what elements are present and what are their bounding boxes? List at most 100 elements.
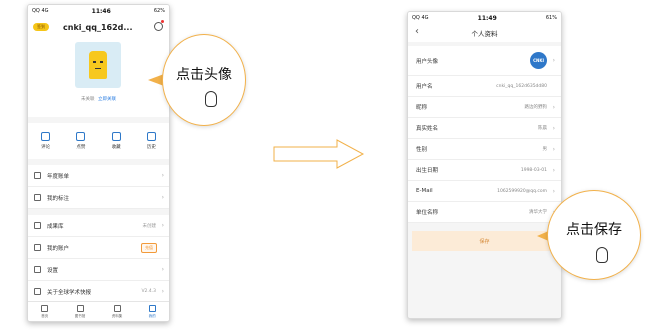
field-value: 1998-03-01 [520, 167, 547, 173]
associate-link[interactable]: 立即关联 [98, 97, 116, 102]
tab-home[interactable]: 首页 [41, 304, 49, 319]
callout-text: 点击头像 [176, 67, 232, 83]
field-organization[interactable]: 单位名称 清华大学 › [408, 202, 561, 223]
field-value: 陈晨 [538, 126, 547, 131]
pointing-hand-icon [596, 247, 608, 263]
avatar-mouth [95, 67, 101, 69]
comment-label: 评论 [41, 145, 51, 150]
username: cnki_qq_162d... [63, 22, 133, 32]
home-icon [41, 304, 49, 312]
field-real-name[interactable]: 真实姓名 陈晨 › [408, 118, 561, 139]
menu-item-about[interactable]: 关于全球学术快报 V2.4.3 › [28, 281, 169, 303]
carrier-label: QQ 4G [32, 8, 49, 14]
like-label: 点赞 [76, 145, 86, 150]
info-icon [34, 288, 41, 295]
pointing-hand-icon [205, 91, 217, 107]
menu-group-1: 年度账单 › 我的标注 › [28, 165, 169, 209]
message-icon[interactable] [154, 22, 163, 31]
field-gender[interactable]: 性别 男 › [408, 139, 561, 160]
flag-icon [34, 172, 41, 179]
menu-item-annual-bill[interactable]: 年度账单 › [28, 165, 169, 187]
association-text: 未关联 [81, 97, 95, 102]
chevron-right-icon: › [552, 145, 555, 153]
collection-icon [113, 304, 121, 312]
avatar-eye [100, 61, 103, 63]
notification-dot [161, 20, 164, 23]
callout-click-save: 点击保存 [547, 190, 641, 280]
profile-header: 签到 cnki_qq_162d... [28, 17, 169, 37]
status-time: 11:46 [91, 7, 111, 15]
save-button[interactable]: 保存 [412, 231, 557, 251]
field-label: 真实姓名 [416, 126, 439, 132]
tab-label: 图书馆 [74, 313, 86, 318]
field-value: cnki_qq_162d635dd80 [496, 83, 547, 89]
chevron-right-icon: › [161, 266, 164, 273]
favorite-action[interactable]: 收藏 [111, 132, 121, 150]
recharge-button[interactable]: 充值 [141, 242, 157, 253]
field-label: 出生日期 [416, 168, 439, 174]
version-label: V2.4.3 [141, 289, 156, 294]
field-username: 用户名 cnki_qq_162d635dd80 [408, 76, 561, 97]
menu-item-label: 我的标注 [47, 195, 70, 202]
thumbs-up-icon [76, 132, 86, 141]
comment-icon [41, 132, 51, 141]
nav-bar: ‹ 个人资料 [408, 24, 561, 42]
field-nickname[interactable]: 昵称 路边的野狗 › [408, 97, 561, 118]
menu-item-label: 我的账户 [47, 245, 70, 252]
action-row: 评论 点赞 收藏 历史 [28, 123, 169, 159]
association-status: 未关联 立即关联 [28, 96, 169, 102]
tab-me[interactable]: 我的 [148, 304, 156, 319]
profile-form: 用户头像 CNKI › 用户名 cnki_qq_162d635dd80 昵称 路… [408, 46, 561, 223]
field-label: 用户名 [416, 84, 433, 90]
tab-collection[interactable]: 资料集 [112, 304, 122, 319]
battery-label: 62% [153, 8, 165, 14]
field-email[interactable]: E-Mail 1062599920@qq.com › [408, 181, 561, 202]
menu-item-settings[interactable]: 设置 › [28, 259, 169, 281]
checkin-button[interactable]: 签到 [33, 23, 49, 31]
account-icon [34, 244, 41, 251]
field-label: 单位名称 [416, 210, 439, 216]
status-bar: QQ 4G 11:49 61% [408, 12, 561, 24]
chevron-right-icon: › [161, 222, 164, 229]
field-value: 1062599920@qq.com [497, 188, 547, 194]
field-label: 性别 [416, 147, 428, 153]
settings-icon [34, 266, 41, 273]
personal-info-screen: QQ 4G 11:49 61% ‹ 个人资料 用户头像 CNKI › 用户名 c… [407, 11, 562, 319]
avatar[interactable] [75, 42, 121, 88]
chevron-right-icon: › [552, 166, 555, 174]
profile-screen: QQ 4G 11:46 62% 签到 cnki_qq_162d... 未关联 立… [27, 4, 170, 322]
callout-click-avatar: 点击头像 [162, 34, 246, 126]
like-action[interactable]: 点赞 [76, 132, 86, 150]
menu-item-label: 关于全球学术快报 [47, 289, 92, 296]
callout-text: 点击保存 [566, 222, 622, 238]
field-avatar[interactable]: 用户头像 CNKI › [408, 46, 561, 76]
back-chevron-icon[interactable]: ‹ [415, 26, 419, 37]
field-birthdate[interactable]: 出生日期 1998-03-01 › [408, 160, 561, 181]
chevron-right-icon: › [161, 194, 164, 201]
menu-group-2: 成果库 未创建 › 我的账户 充值 设置 › 关于全球学术快报 V2.4.3 › [28, 215, 169, 303]
tab-library[interactable]: 图书馆 [74, 304, 86, 319]
chevron-right-icon: › [552, 124, 555, 132]
carrier-label: QQ 4G [412, 15, 429, 21]
cnki-logo-icon: CNKI [530, 52, 547, 69]
history-label: 历史 [146, 145, 156, 150]
library-icon [34, 222, 41, 229]
menu-item-value: 未创建 [142, 223, 157, 229]
comment-action[interactable]: 评论 [41, 132, 51, 150]
page-title: 个人资料 [471, 30, 498, 38]
field-label: 用户头像 [416, 58, 439, 65]
menu-item-library[interactable]: 成果库 未创建 › [28, 215, 169, 237]
star-icon [111, 132, 121, 141]
field-value: 路边的野狗 [524, 105, 548, 110]
tab-label: 我的 [148, 313, 156, 318]
history-icon [146, 132, 156, 141]
menu-item-account[interactable]: 我的账户 充值 [28, 237, 169, 259]
status-time: 11:49 [477, 14, 497, 22]
menu-item-annotations[interactable]: 我的标注 › [28, 187, 169, 209]
history-action[interactable]: 历史 [146, 132, 156, 150]
chevron-right-icon: › [161, 172, 164, 179]
battery-label: 61% [545, 15, 557, 21]
me-icon [148, 304, 156, 312]
field-label: E-Mail [416, 188, 433, 194]
field-value: 男 [542, 147, 548, 152]
